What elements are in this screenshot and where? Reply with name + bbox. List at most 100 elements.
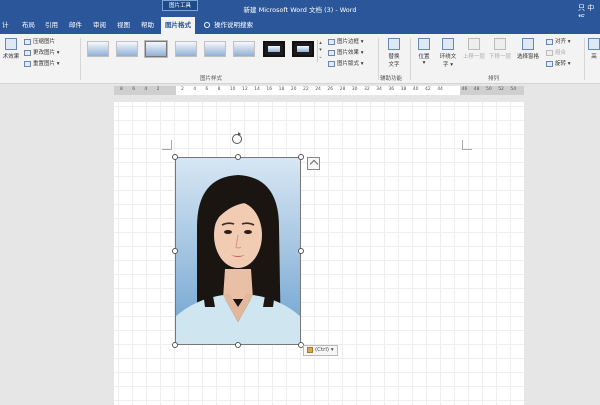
- picture-style-6[interactable]: [233, 41, 255, 57]
- tab-layout[interactable]: 布局: [18, 17, 39, 34]
- ruler-number: 52: [498, 87, 504, 92]
- bring-forward-button[interactable]: 上移一层: [462, 38, 486, 60]
- position-button[interactable]: 位置 ▾: [414, 38, 434, 66]
- ribbon: 术效果 压缩图片 更改图片 ▾ 重置图片 ▾ ▴ ▾ ⌄ 图片样式 图片边框 ▾ 图…: [0, 34, 600, 84]
- rotate-label: 旋转: [555, 61, 567, 67]
- position-icon: [418, 38, 430, 50]
- alt-text-label-1: 替换: [388, 54, 400, 60]
- border-label: 图片边框: [337, 39, 360, 45]
- tab-references[interactable]: 引用: [41, 17, 62, 34]
- ruler-number: 44: [437, 87, 443, 92]
- group-separator: [584, 38, 585, 80]
- picture-style-1[interactable]: [87, 41, 109, 57]
- ruler-number: 2: [156, 87, 160, 92]
- gallery-scroll[interactable]: ▴ ▾ ⌄: [317, 40, 323, 62]
- height-icon: [588, 38, 600, 50]
- send-backward-button[interactable]: 下移一层: [488, 38, 512, 60]
- wrap-text-label-1: 环绕文: [439, 54, 457, 60]
- ruler-number: 6: [132, 87, 136, 92]
- horizontal-ruler[interactable]: 8 6 4 2 2 4 6 8 10 12 14 16 18 20 22 24 26 28 30 32 34 36 38 40…: [114, 86, 524, 95]
- bring-forward-icon: [468, 38, 480, 50]
- accessibility-group-label: 辅助功能: [380, 76, 403, 82]
- tab-review[interactable]: 审阅: [89, 17, 110, 34]
- ruler-number: 4: [144, 87, 148, 92]
- paste-options-label: (Ctrl): [315, 347, 330, 353]
- alt-text-label-2: 文字: [388, 62, 400, 68]
- reset-label: 重置图片: [33, 61, 56, 67]
- ruler-number: 54: [510, 87, 517, 92]
- selection-pane-icon: [522, 38, 534, 50]
- ruler-number: 38: [400, 87, 407, 92]
- ruler-area: 8 6 4 2 2 4 6 8 10 12 14 16 18 20 22 24 26 28 30 32 34 36 38 40…: [0, 84, 600, 98]
- group-icon: [546, 49, 553, 56]
- clipboard-icon: [307, 346, 313, 353]
- picture-effects-button[interactable]: 图片效果 ▾: [328, 48, 364, 56]
- ribbon-tabs: 计 布局 引用 邮件 审阅 视图 帮助 图片格式 操作说明搜索: [0, 17, 600, 34]
- picture-layout-button[interactable]: 图片版式 ▾: [328, 59, 364, 67]
- change-picture-icon: [24, 49, 31, 56]
- ruler-number: 6: [205, 87, 209, 92]
- send-backward-label: 下移一层: [488, 54, 511, 60]
- ruler-number: 40: [412, 87, 419, 92]
- compress-pictures-button[interactable]: 压缩图片: [24, 37, 55, 45]
- layout-icon: [328, 60, 335, 67]
- group-separator: [410, 38, 411, 80]
- tell-me-label: 操作说明搜索: [214, 21, 253, 29]
- ruler-number: 4: [193, 87, 197, 92]
- tab-mailings[interactable]: 邮件: [65, 17, 86, 34]
- group-label: 组合: [555, 50, 567, 56]
- margin-mark-top-left: [162, 140, 172, 150]
- resize-handle-top[interactable]: [235, 154, 241, 160]
- artistic-effects-label: 术效果: [2, 54, 20, 60]
- document-title: 新建 Microsoft Word 文档 (3) - Word: [243, 6, 357, 14]
- resize-handle-top-right[interactable]: [298, 154, 304, 160]
- resize-handle-bottom-left[interactable]: [172, 342, 178, 348]
- ruler-number: 10: [229, 87, 236, 92]
- ruler-number: 48: [473, 87, 480, 92]
- alt-text-button[interactable]: 替换 文字: [383, 38, 405, 68]
- artistic-effects-button[interactable]: 术效果: [0, 38, 22, 60]
- wrap-text-icon: [442, 38, 454, 50]
- group-button[interactable]: 组合: [546, 48, 566, 56]
- tell-me-search[interactable]: 操作说明搜索: [204, 17, 253, 34]
- change-picture-label: 更改图片: [33, 50, 56, 56]
- resize-handle-top-left[interactable]: [172, 154, 178, 160]
- picture-style-7[interactable]: [263, 41, 285, 57]
- rotate-handle-icon[interactable]: [232, 132, 242, 144]
- size-height-button[interactable]: 高: [587, 38, 600, 60]
- ruler-number: 16: [266, 87, 273, 92]
- resize-handle-bottom[interactable]: [235, 342, 241, 348]
- picture-styles-group-label: 图片样式: [200, 76, 223, 82]
- picture-style-3[interactable]: [145, 41, 167, 57]
- alt-text-icon: [388, 38, 400, 50]
- tab-help[interactable]: 帮助: [137, 17, 158, 34]
- change-picture-button[interactable]: 更改图片 ▾: [24, 48, 60, 56]
- picture-style-8[interactable]: [292, 41, 314, 57]
- ruler-number: 32: [364, 87, 370, 92]
- tab-picture-format[interactable]: 图片格式: [161, 17, 195, 34]
- rotate-button[interactable]: 旋转 ▾: [546, 59, 571, 67]
- ruler-number: 20: [290, 87, 297, 92]
- group-separator: [378, 38, 379, 80]
- paste-options-button[interactable]: (Ctrl) ▾: [303, 345, 338, 356]
- group-separator: [80, 38, 81, 80]
- picture-style-4[interactable]: [175, 41, 197, 57]
- ruler-number: 26: [327, 87, 334, 92]
- reset-picture-button[interactable]: 重置图片 ▾: [24, 59, 60, 67]
- picture-style-5[interactable]: [204, 41, 226, 57]
- align-button[interactable]: 对齐 ▾: [546, 37, 571, 45]
- layout-options-icon[interactable]: [307, 157, 320, 170]
- wrap-text-button[interactable]: 环绕文字 ▾: [436, 38, 460, 68]
- ruler-number: 22: [303, 87, 309, 92]
- reset-icon: [24, 60, 31, 67]
- rotate-icon: [546, 60, 553, 67]
- selection-pane-button[interactable]: 选择窗格: [514, 38, 542, 60]
- ruler-number: 8: [217, 87, 221, 92]
- picture-border-button[interactable]: 图片边框 ▾: [328, 37, 364, 45]
- tab-design[interactable]: 计: [0, 17, 13, 34]
- resize-handle-left[interactable]: [172, 248, 178, 254]
- tab-view[interactable]: 视图: [113, 17, 134, 34]
- resize-handle-right[interactable]: [298, 248, 304, 254]
- compress-label: 压缩图片: [33, 39, 56, 45]
- picture-style-2[interactable]: [116, 41, 138, 57]
